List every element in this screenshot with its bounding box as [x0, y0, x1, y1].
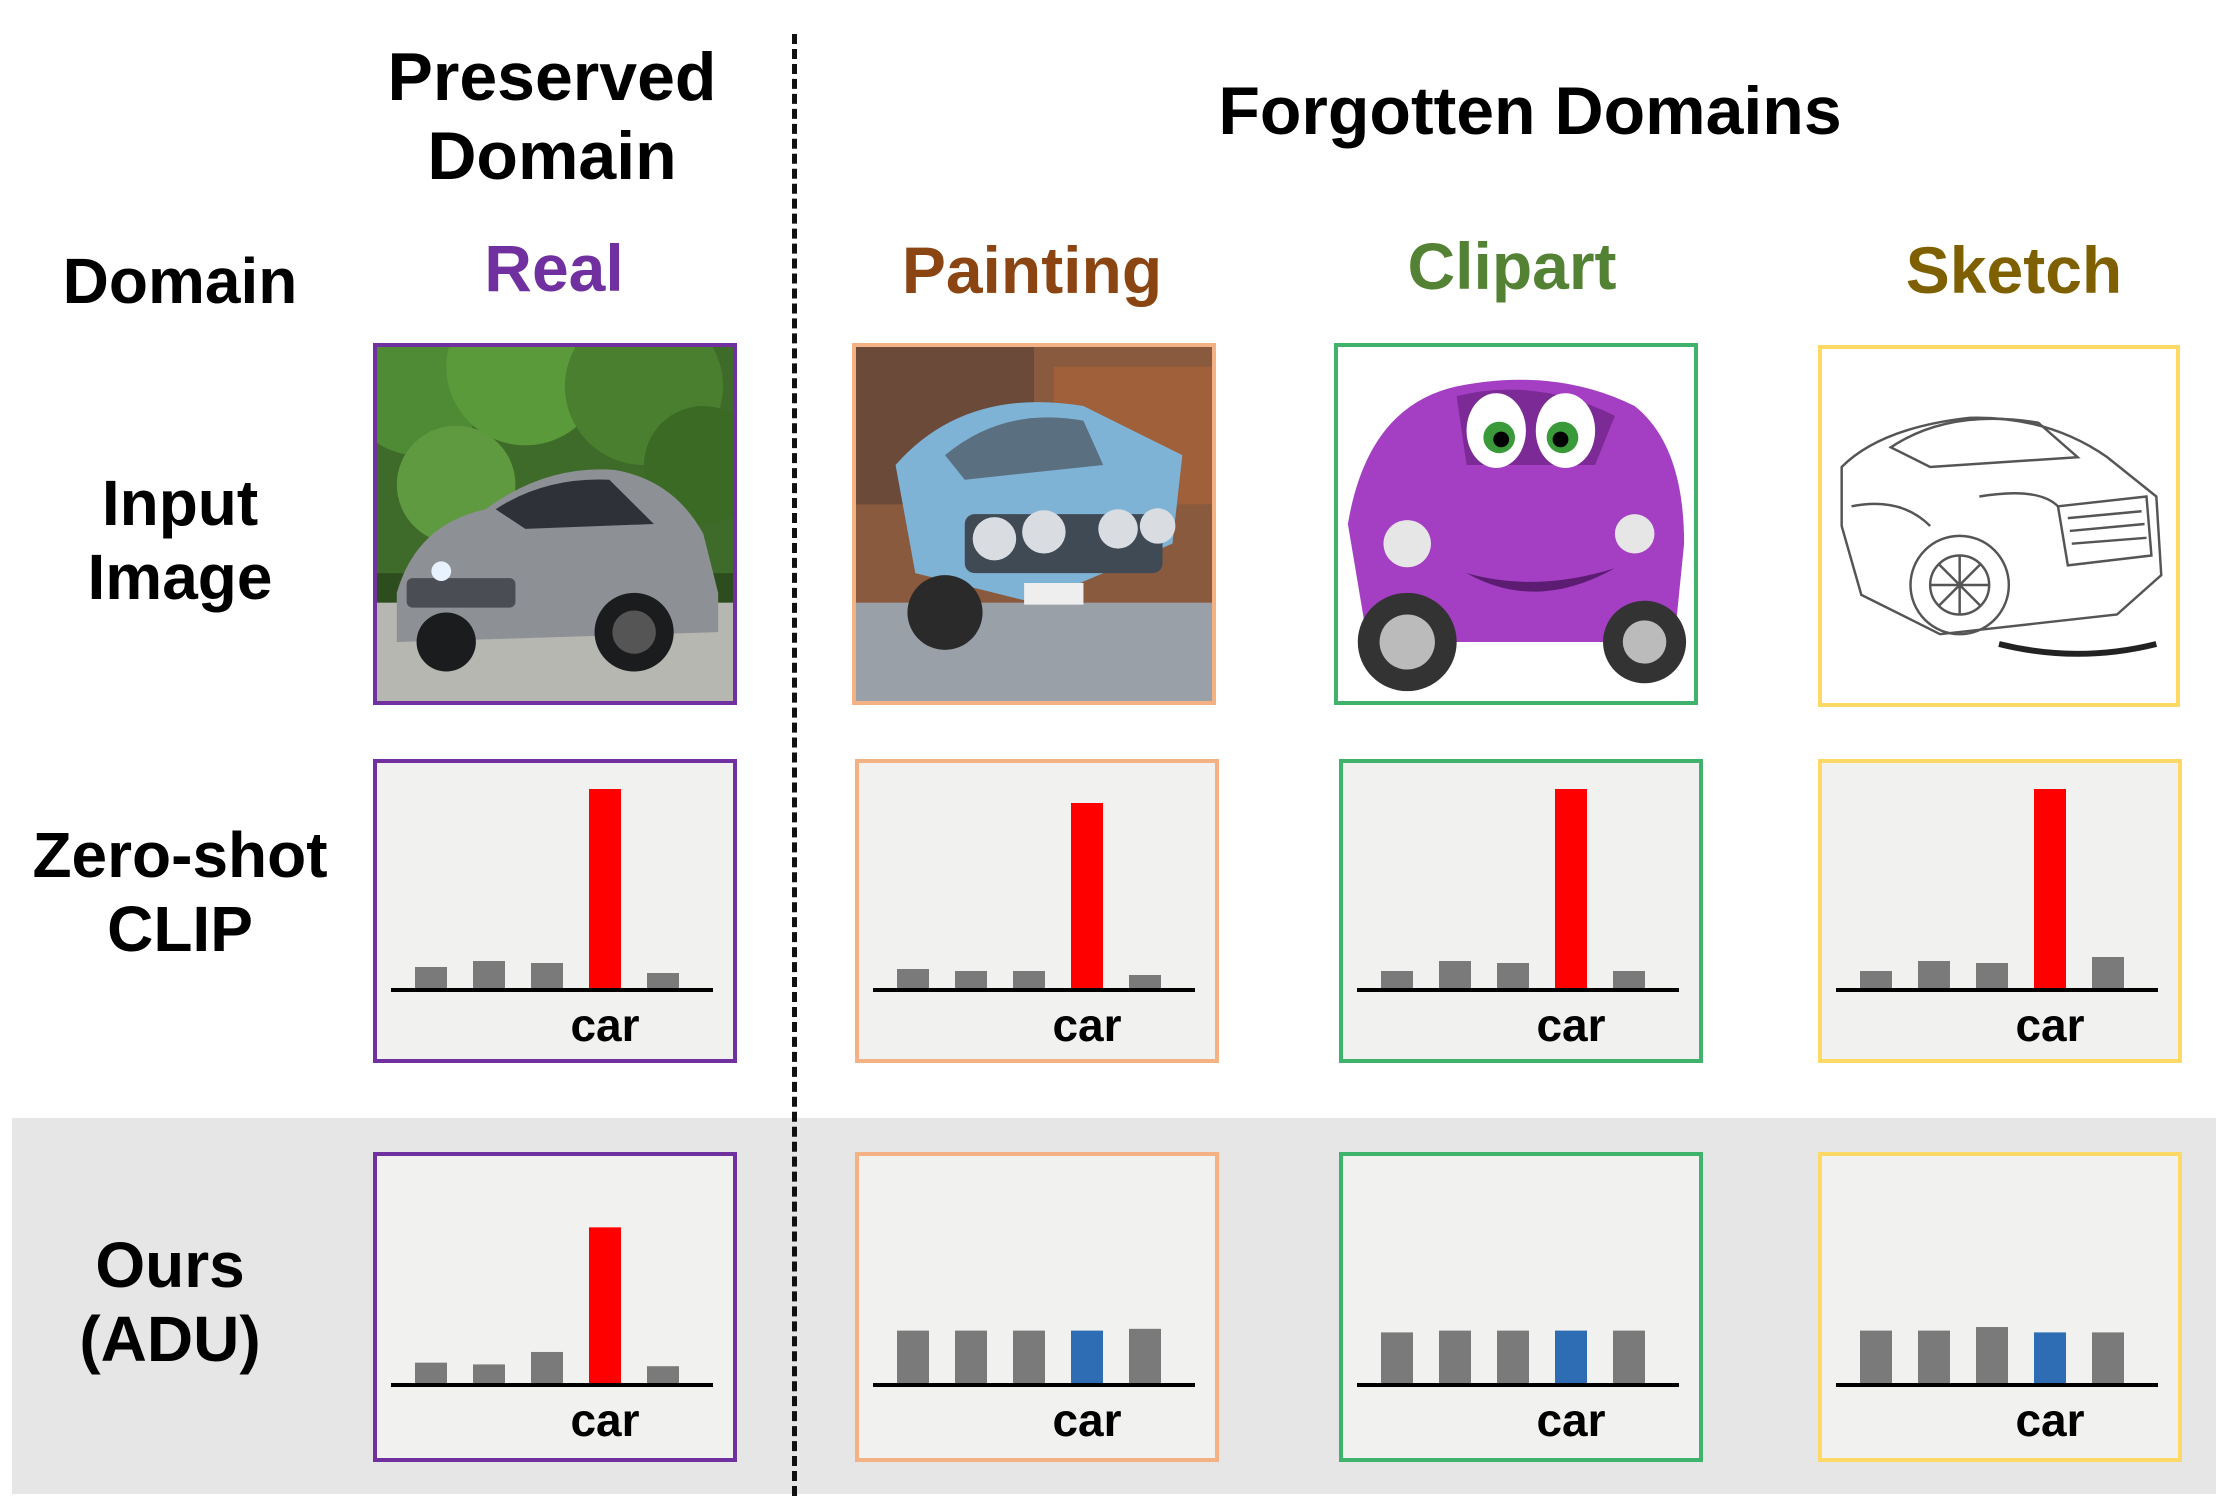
sketch-car-icon	[1818, 345, 2180, 707]
domain-name-painting: Painting	[901, 233, 1163, 307]
bar-clipart	[1613, 971, 1645, 989]
bar-chart-svg: car	[1357, 1330, 1679, 1446]
bar-real	[473, 1364, 505, 1384]
bar-sketch	[2092, 957, 2124, 989]
ours-clipart-chart: car	[1339, 1152, 1703, 1462]
bar-chart-svg: car	[1357, 789, 1679, 1051]
bar-painting	[1013, 971, 1045, 989]
target-class-label: car	[570, 1394, 639, 1446]
target-class-label: car	[1052, 999, 1121, 1051]
bar-sketch	[1918, 1330, 1950, 1384]
painted-car-icon	[852, 343, 1216, 705]
domain-row-label: Domain	[62, 245, 298, 317]
bar-chart-svg: car	[873, 1328, 1195, 1446]
bar-sketch	[1976, 963, 2008, 989]
bar-painting	[955, 971, 987, 989]
bar-sketch	[1918, 961, 1950, 989]
bar-clipart	[1497, 1330, 1529, 1384]
bar-real	[473, 961, 505, 989]
bar-painting	[1013, 1330, 1045, 1384]
bar-chart-svg: car	[391, 1227, 713, 1446]
bar-clipart	[1439, 1330, 1471, 1384]
bar-painting	[897, 969, 929, 989]
target-bar-clipart	[1555, 789, 1587, 989]
target-bar-painting	[1071, 803, 1103, 989]
target-class-label: car	[1536, 999, 1605, 1051]
bar-real	[531, 1351, 563, 1384]
target-class-label: car	[1052, 1394, 1121, 1446]
bar-painting	[955, 1330, 987, 1384]
bar-clipart	[1497, 963, 1529, 989]
bar-clipart	[1381, 1332, 1413, 1384]
target-bar-real	[589, 789, 621, 989]
bar-real	[647, 973, 679, 989]
zeroshot-sketch-chart: car	[1818, 759, 2182, 1063]
bar-real	[415, 1362, 447, 1384]
preserved-domain-header: Preserved Domain	[387, 39, 717, 194]
domain-name-sketch: Sketch	[1905, 233, 2123, 307]
target-bar-sketch	[2034, 789, 2066, 989]
target-bar-clipart	[1555, 1330, 1587, 1384]
ours-adu-row-label: Ours (ADU)	[79, 1229, 261, 1376]
target-class-label: car	[570, 999, 639, 1051]
input-image-row-label: Input Image	[87, 467, 273, 614]
bar-clipart	[1381, 971, 1413, 989]
target-class-label: car	[2015, 999, 2084, 1051]
domain-name-real: Real	[484, 231, 624, 305]
bar-clipart	[1613, 1330, 1645, 1384]
clipart-car-icon	[1334, 343, 1698, 705]
bar-chart-svg: car	[391, 789, 713, 1051]
bar-chart-svg: car	[1836, 789, 2158, 1051]
bar-painting	[1129, 975, 1161, 989]
bar-sketch	[2092, 1332, 2124, 1384]
target-bar-real	[589, 1227, 621, 1384]
zeroshot-clipart-chart: car	[1339, 759, 1703, 1063]
bar-sketch	[1976, 1327, 2008, 1384]
bar-sketch	[1860, 971, 1892, 989]
target-class-label: car	[2015, 1394, 2084, 1446]
zeroshot-real-chart: car	[373, 759, 737, 1063]
bar-sketch	[1860, 1330, 1892, 1384]
bar-painting	[897, 1330, 929, 1384]
bar-real	[531, 963, 563, 989]
ours-real-chart: car	[373, 1152, 737, 1462]
zeroshot-painting-chart: car	[855, 759, 1219, 1063]
ours-painting-chart: car	[855, 1152, 1219, 1462]
forgotten-domains-header: Forgotten Domains	[1218, 73, 1842, 149]
bar-chart-svg: car	[873, 803, 1195, 1051]
bar-clipart	[1439, 961, 1471, 989]
bar-real	[647, 1366, 679, 1384]
domain-name-clipart: Clipart	[1407, 229, 1617, 303]
ours-sketch-chart: car	[1818, 1152, 2182, 1462]
real-car-photo-icon	[373, 343, 737, 705]
bar-chart-svg: car	[1836, 1327, 2158, 1446]
target-class-label: car	[1536, 1394, 1605, 1446]
target-bar-painting	[1071, 1330, 1103, 1384]
target-bar-sketch	[2034, 1332, 2066, 1384]
domain-divider	[792, 34, 797, 1496]
zeroshot-clip-row-label: Zero-shot CLIP	[32, 819, 328, 966]
bar-real	[415, 967, 447, 989]
bar-painting	[1129, 1328, 1161, 1384]
